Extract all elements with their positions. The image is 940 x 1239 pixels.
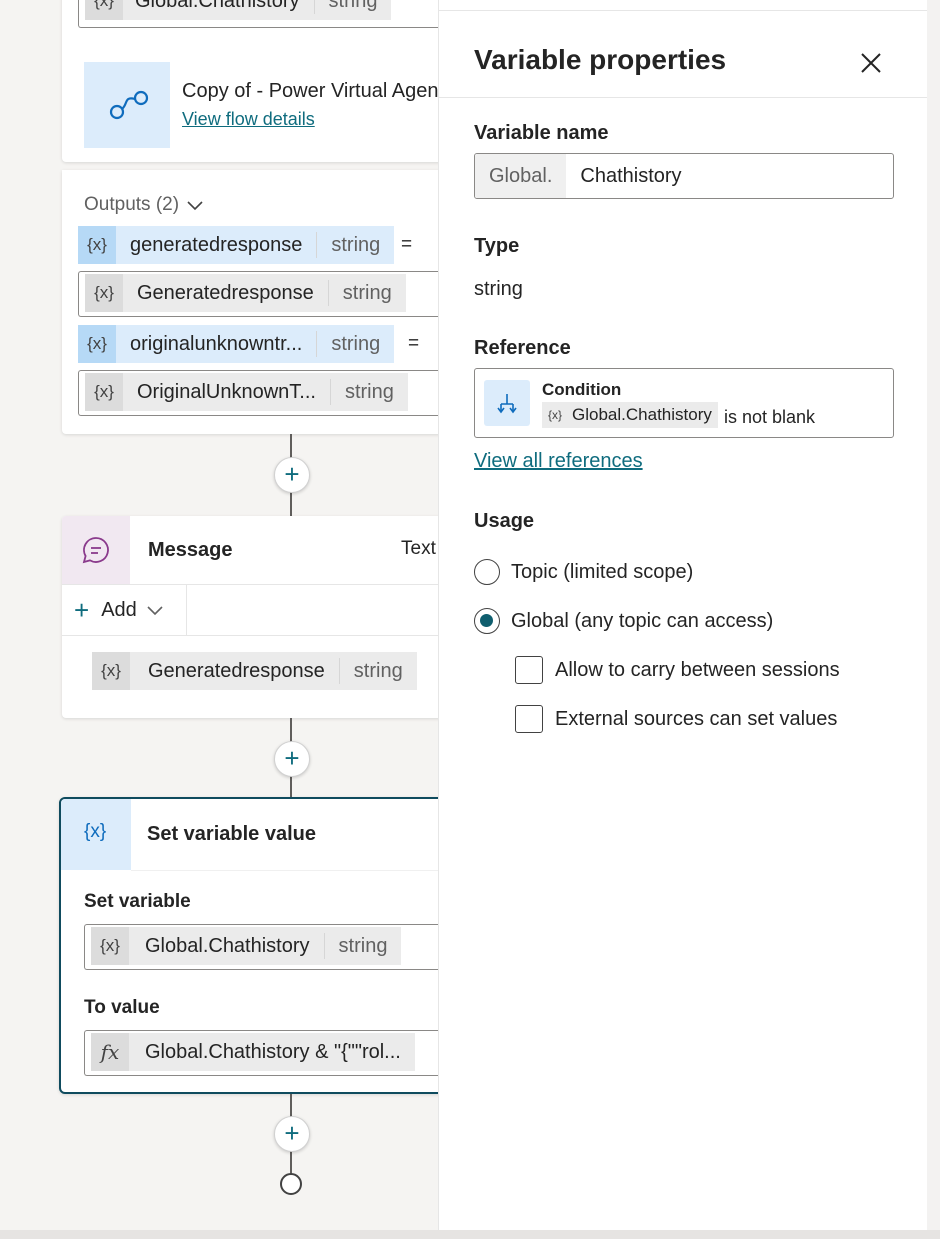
chevron-down-icon [187, 201, 203, 211]
message-title: Message [148, 539, 233, 561]
variable-chip[interactable]: {x} OriginalUnknownT... string [85, 373, 408, 411]
message-mode: Text [401, 538, 436, 559]
set-variable-icon-box: {x} [61, 799, 131, 870]
global-scope-label[interactable]: Global (any topic can access) [511, 610, 773, 633]
flow-title: Copy of - Power Virtual Agen [182, 80, 438, 102]
formula-text: Global.Chathistory & "{""rol... [145, 1040, 401, 1063]
close-icon [861, 53, 881, 73]
topic-scope-label[interactable]: Topic (limited scope) [511, 561, 693, 584]
output-name: generatedresponse [130, 233, 303, 256]
outputs-card: Outputs (2) {x} generatedresponse string… [62, 170, 438, 434]
reference-label: Reference [474, 337, 571, 359]
variable-icon: {x} [84, 821, 107, 842]
variable-icon: {x} [85, 0, 123, 20]
variable-chip-type: string [342, 281, 392, 304]
output-target-field[interactable]: {x} OriginalUnknownT... string [78, 370, 438, 416]
variable-chip-name: OriginalUnknownT... [137, 380, 316, 403]
reference-suffix: is not blank [724, 407, 816, 427]
external-sources-label[interactable]: External sources can set values [555, 708, 837, 731]
flow-action-card[interactable]: {x} Global.Chathistory string Copy of - … [62, 0, 438, 162]
set-variable-label: Set variable [84, 891, 191, 912]
global-scope-radio[interactable] [474, 608, 500, 634]
add-dropdown-button[interactable]: + Add [62, 585, 187, 635]
variable-chip-name: Generatedresponse [148, 659, 325, 682]
add-icon: + [74, 594, 90, 625]
reference-variable-name: Global.Chathistory [572, 405, 712, 424]
reference-card[interactable]: Condition {x} Global.Chathistory is not … [474, 368, 894, 438]
variable-chip-name: Global.Chathistory [135, 0, 300, 12]
to-value-label: To value [84, 997, 160, 1018]
formula-chip[interactable]: fx Global.Chathistory & "{""rol... [91, 1033, 415, 1071]
variable-name-value: Chathistory [580, 164, 682, 187]
output-type: string [331, 332, 381, 355]
equals-sign: = [401, 234, 413, 255]
variable-chip-type: string [328, 0, 378, 12]
message-node[interactable]: Message Text + Add {x} Generatedresponse… [62, 516, 438, 718]
add-label: Add [101, 598, 137, 621]
reference-title: Condition [542, 380, 622, 399]
close-button[interactable] [854, 46, 888, 80]
output-name: originalunknowntr... [130, 332, 303, 355]
carry-between-sessions-label[interactable]: Allow to carry between sessions [555, 659, 840, 682]
set-variable-field[interactable]: {x} Global.Chathistory string [84, 924, 438, 970]
variable-icon: {x} [85, 373, 123, 411]
type-label: Type [474, 235, 520, 257]
type-value: string [474, 278, 523, 300]
set-variable-title: Set variable value [147, 823, 316, 845]
topic-canvas: {x} Global.Chathistory string Copy of - … [0, 0, 438, 1230]
panel-title: Variable properties [474, 44, 727, 75]
output-type: string [331, 233, 381, 256]
carry-between-sessions-checkbox[interactable] [515, 656, 543, 684]
condition-icon-box [484, 380, 530, 426]
variable-chip-type: string [338, 934, 388, 957]
variable-name-input[interactable]: Global. Chathistory [474, 153, 894, 199]
variable-chip[interactable]: {x} Generatedresponse string [85, 274, 406, 312]
to-value-field[interactable]: fx Global.Chathistory & "{""rol... [84, 1030, 438, 1076]
variable-chip-type: string [344, 380, 394, 403]
reference-variable-chip: {x} Global.Chathistory [542, 402, 718, 428]
variable-prefix: Global. [475, 154, 567, 198]
window-edge [0, 1230, 940, 1239]
variable-icon: {x} [78, 325, 116, 363]
topic-scope-radio[interactable] [474, 559, 500, 585]
view-all-references-link[interactable]: View all references [474, 450, 643, 473]
variable-icon: {x} [92, 652, 130, 690]
add-node-button[interactable]: + [274, 457, 310, 493]
external-sources-checkbox[interactable] [515, 705, 543, 733]
variable-properties-panel: Variable properties Variable name Global… [438, 0, 928, 1230]
message-variable-chip[interactable]: {x} Generatedresponse string [92, 652, 417, 690]
end-node [280, 1173, 302, 1195]
branch-icon [497, 394, 517, 414]
variable-icon: {x} [78, 226, 116, 264]
view-flow-details-link[interactable]: View flow details [182, 109, 315, 130]
variable-chip-name: Generatedresponse [137, 281, 314, 304]
set-variable-node[interactable]: {x} Set variable value Set variable {x} … [59, 797, 438, 1094]
variable-icon: {x} [548, 408, 563, 422]
variable-chip-type: string [353, 659, 403, 682]
chat-icon [82, 537, 109, 564]
input-field[interactable]: {x} Global.Chathistory string [78, 0, 438, 28]
variable-chip[interactable]: {x} Global.Chathistory string [85, 0, 392, 20]
variable-chip-name: Global.Chathistory [145, 934, 310, 957]
equals-sign: = [408, 333, 420, 354]
chevron-down-icon [147, 606, 163, 616]
usage-label: Usage [474, 510, 535, 532]
variable-icon: {x} [91, 927, 129, 965]
flow-icon [109, 90, 149, 120]
variable-name-label: Variable name [474, 122, 609, 144]
output-target-field[interactable]: {x} Generatedresponse string [78, 271, 438, 317]
flow-icon-box [84, 62, 170, 148]
outputs-label: Outputs (2) [84, 194, 180, 215]
variable-icon: {x} [85, 274, 123, 312]
variable-chip[interactable]: {x} Global.Chathistory string [91, 927, 402, 965]
output-variable-chip[interactable]: {x} generatedresponse string [78, 226, 395, 264]
add-node-button[interactable]: + [274, 1116, 310, 1152]
window-edge [927, 0, 940, 1239]
add-node-button[interactable]: + [274, 741, 310, 777]
fx-icon: fx [91, 1033, 129, 1071]
output-variable-chip[interactable]: {x} originalunknowntr... string [78, 325, 395, 363]
outputs-toggle[interactable]: Outputs (2) [84, 194, 205, 216]
message-icon-box [62, 516, 130, 584]
